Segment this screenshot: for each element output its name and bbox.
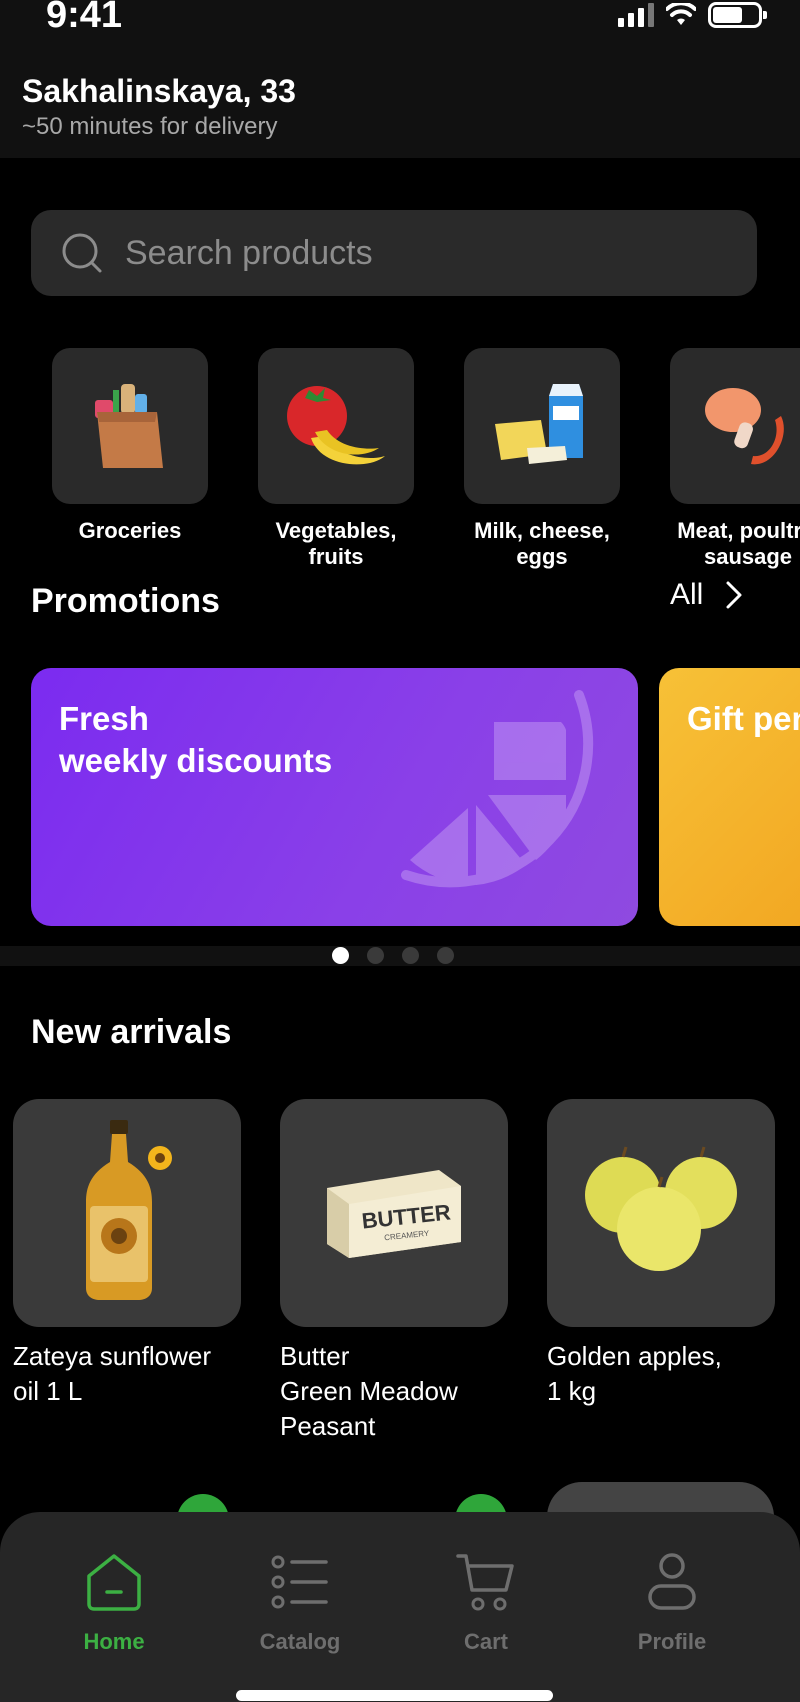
- search-icon: [62, 233, 102, 273]
- product-card-sunflower-oil[interactable]: Zateya sunflower oil 1 L: [13, 1099, 241, 1409]
- cart-icon: [456, 1554, 514, 1611]
- tab-profile[interactable]: Profile: [602, 1547, 742, 1655]
- product-name: Zateya sunflower oil 1 L: [13, 1341, 211, 1406]
- signal-icon: [618, 3, 654, 27]
- grocery-bag-icon: [95, 384, 163, 468]
- product-image[interactable]: [13, 1099, 241, 1327]
- category-tile[interactable]: [670, 348, 800, 504]
- meat-sausage-icon: [705, 388, 784, 465]
- status-time: 9:41: [46, 0, 123, 36]
- product-card-golden-apples[interactable]: Golden apples, 1 kg: [547, 1099, 775, 1409]
- home-indicator: [236, 1690, 553, 1701]
- golden-apples-image: [585, 1146, 737, 1271]
- carousel-dot[interactable]: [437, 947, 454, 964]
- carousel-pagination[interactable]: [332, 947, 454, 964]
- product-card-butter[interactable]: BUTTER CREAMERY Butter Green Meadow Peas…: [280, 1099, 508, 1444]
- product-name: Butter Green Meadow Peasant: [280, 1341, 458, 1441]
- category-vegetables-fruits[interactable]: Vegetables, fruits: [258, 348, 414, 570]
- delivery-address[interactable]: Sakhalinskaya, 33: [22, 73, 296, 110]
- status-icons: [618, 0, 767, 30]
- promo-card-fresh-discounts[interactable]: Fresh weekly discounts: [31, 668, 638, 926]
- promo-title: Fresh weekly discounts: [59, 700, 333, 779]
- milk-cheese-icon: [495, 384, 583, 464]
- butter-package-image: BUTTER CREAMERY: [327, 1170, 461, 1258]
- tab-cart[interactable]: Cart: [416, 1547, 556, 1655]
- tab-label: Profile: [637, 1629, 707, 1654]
- citrus-slice-icon: [401, 690, 594, 888]
- carousel-dot-active[interactable]: [332, 947, 349, 964]
- profile-icon: [648, 1553, 696, 1610]
- promo-title: Gift pen: [687, 700, 800, 737]
- category-label: Meat, poultry, sausage: [677, 518, 800, 569]
- catalog-list-icon: [271, 1555, 328, 1609]
- carousel-dot[interactable]: [367, 947, 384, 964]
- product-name: Golden apples, 1 kg: [547, 1341, 722, 1406]
- sunflower-oil-bottle-image: [86, 1120, 172, 1300]
- tab-label: Catalog: [259, 1629, 341, 1654]
- carousel-dot[interactable]: [402, 947, 419, 964]
- delivery-estimate: ~50 minutes for delivery: [22, 113, 278, 140]
- category-meat-poultry-sausage[interactable]: Meat, poultry, sausage: [670, 348, 800, 570]
- tab-catalog[interactable]: Catalog: [230, 1547, 370, 1655]
- new-arrivals-title: New arrivals: [31, 1013, 232, 1051]
- chevron-right-icon: [726, 581, 742, 609]
- search-input[interactable]: Search products: [31, 210, 757, 296]
- promotions-all-link[interactable]: All: [670, 578, 743, 612]
- category-label: Groceries: [78, 518, 182, 543]
- category-tile[interactable]: [258, 348, 414, 504]
- tab-home[interactable]: Home: [44, 1547, 184, 1655]
- wifi-icon: [666, 3, 696, 25]
- address-header[interactable]: Sakhalinskaya, 33 ~50 minutes for delive…: [0, 58, 800, 158]
- category-tile[interactable]: [464, 348, 620, 504]
- all-label: All: [670, 578, 704, 611]
- category-label: Vegetables, fruits: [275, 518, 397, 569]
- bottom-tab-bar: Home Catalog Cart Profile: [0, 1512, 800, 1702]
- promotions-title: Promotions: [31, 582, 220, 620]
- category-tile[interactable]: [52, 348, 208, 504]
- product-image[interactable]: BUTTER CREAMERY: [280, 1099, 508, 1327]
- search-placeholder: Search products: [125, 233, 373, 272]
- category-groceries[interactable]: Groceries: [52, 348, 208, 544]
- product-image[interactable]: [547, 1099, 775, 1327]
- home-icon: [87, 1554, 141, 1611]
- status-bar: 9:41: [0, 0, 800, 58]
- category-label: Milk, cheese, eggs: [474, 518, 610, 569]
- battery-icon: [708, 2, 767, 28]
- tomato-banana-icon: [287, 386, 385, 465]
- category-milk-cheese-eggs[interactable]: Milk, cheese, eggs: [464, 348, 620, 570]
- promo-card-gift[interactable]: Gift pen: [659, 668, 800, 926]
- tab-label: Cart: [463, 1629, 508, 1654]
- tab-label: Home: [83, 1629, 145, 1654]
